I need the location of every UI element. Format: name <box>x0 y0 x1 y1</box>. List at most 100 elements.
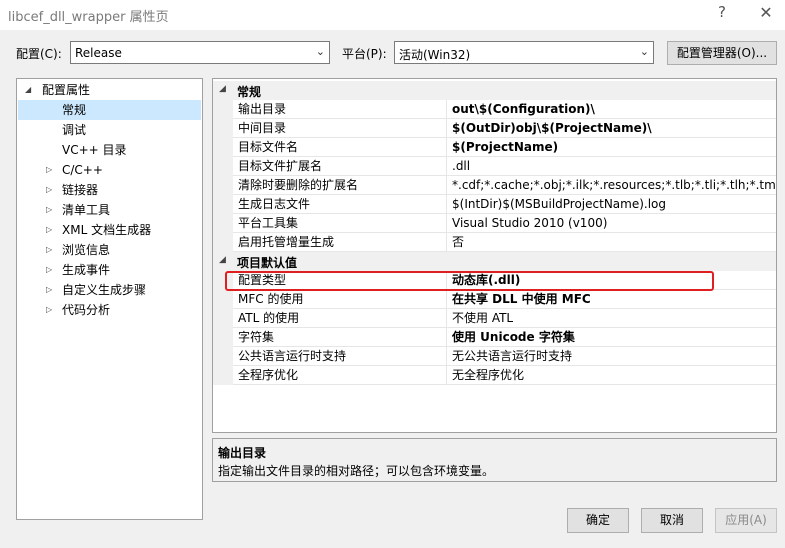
property-row[interactable]: 目标文件名 $(ProjectName) <box>213 138 776 157</box>
property-row[interactable]: ATL 的使用 不使用 ATL <box>213 309 776 328</box>
ok-button[interactable]: 确定 <box>567 508 629 533</box>
tree-item[interactable]: ▷ 生成事件 <box>18 260 201 280</box>
property-name: 公共语言运行时支持 <box>233 347 447 366</box>
grid-category[interactable]: ◢ 项目默认值 <box>213 252 776 271</box>
property-row[interactable]: 字符集 使用 Unicode 字符集 <box>213 328 776 347</box>
row-gutter <box>213 328 233 347</box>
property-name: 生成日志文件 <box>233 195 447 214</box>
description-title: 输出目录 <box>218 446 267 460</box>
property-grid: ◢ 常规 输出目录 out\$(Configuration)\ 中间目录 $(OutDir… <box>212 78 777 433</box>
tree-item-label: 常规 <box>62 103 87 117</box>
grid-category-label: 常规 <box>237 85 262 99</box>
tree-item[interactable]: VC++ 目录 <box>18 140 201 160</box>
tree-item-label: 调试 <box>62 123 87 137</box>
property-value[interactable]: $(OutDir)obj\$(ProjectName)\ <box>447 119 776 138</box>
row-gutter <box>213 100 233 119</box>
property-row[interactable]: 全程序优化 无全程序优化 <box>213 366 776 385</box>
cancel-button[interactable]: 取消 <box>641 508 703 533</box>
property-value[interactable]: $(IntDir)$(MSBuildProjectName).log <box>447 195 776 214</box>
property-name: 平台工具集 <box>233 214 447 233</box>
row-gutter <box>213 176 233 195</box>
description-text: 指定输出文件目录的相对路径；可以包含环境变量。 <box>218 464 495 478</box>
collapse-triangle-icon[interactable]: ◢ <box>219 84 226 94</box>
property-name: 目标文件扩展名 <box>233 157 447 176</box>
platform-value: 活动(Win32) <box>399 48 471 62</box>
property-row[interactable]: 公共语言运行时支持 无公共语言运行时支持 <box>213 347 776 366</box>
expand-triangle-icon[interactable]: ▷ <box>46 180 52 200</box>
expand-triangle-icon[interactable]: ▷ <box>46 200 52 220</box>
property-row[interactable]: 清除时要删除的扩展名 *.cdf;*.cache;*.obj;*.ilk;*.re… <box>213 176 776 195</box>
tree-item-label: 清单工具 <box>62 203 111 217</box>
collapse-triangle-icon[interactable]: ◢ <box>25 80 31 100</box>
tree-item[interactable]: ▷ 代码分析 <box>18 300 201 320</box>
platform-dropdown[interactable]: 活动(Win32) ⌄ <box>394 41 654 64</box>
property-name: 全程序优化 <box>233 366 447 385</box>
config-dropdown[interactable]: Release ⌄ <box>70 41 330 64</box>
property-value[interactable]: 无公共语言运行时支持 <box>447 347 776 366</box>
chevron-down-icon: ⌄ <box>639 45 649 58</box>
property-row[interactable]: 平台工具集 Visual Studio 2010 (v100) <box>213 214 776 233</box>
property-tree: ◢ 配置属性 常规 调试 VC++ 目录 ▷ C/C++ ▷ 链接器 ▷ 清单工具 ▷ XML 文档… <box>16 78 203 520</box>
property-value[interactable]: 在共享 DLL 中使用 MFC <box>447 290 776 309</box>
property-row[interactable]: 目标文件扩展名 .dll <box>213 157 776 176</box>
tree-item-label: C/C++ <box>62 163 103 177</box>
tree-item-label: 浏览信息 <box>62 243 111 257</box>
property-name: 字符集 <box>233 328 447 347</box>
property-row[interactable]: 输出目录 out\$(Configuration)\ <box>213 100 776 119</box>
tree-item[interactable]: ▷ 自定义生成步骤 <box>18 280 201 300</box>
property-value[interactable]: 不使用 ATL <box>447 309 776 328</box>
tree-item[interactable]: 调试 <box>18 120 201 140</box>
expand-triangle-icon[interactable]: ▷ <box>46 300 52 320</box>
close-button[interactable]: ✕ <box>756 3 776 25</box>
property-row[interactable]: MFC 的使用 在共享 DLL 中使用 MFC <box>213 290 776 309</box>
property-value[interactable]: 无全程序优化 <box>447 366 776 385</box>
tree-item[interactable]: ▷ XML 文档生成器 <box>18 220 201 240</box>
property-value[interactable]: *.cdf;*.cache;*.obj;*.ilk;*.resources;*.… <box>447 176 776 195</box>
expand-triangle-icon[interactable]: ▷ <box>46 220 52 240</box>
expand-triangle-icon[interactable]: ▷ <box>46 240 52 260</box>
tree-item-label: 生成事件 <box>62 263 111 277</box>
tree-item[interactable]: 常规 <box>18 100 201 120</box>
property-row[interactable]: 中间目录 $(OutDir)obj\$(ProjectName)\ <box>213 119 776 138</box>
row-gutter <box>213 309 233 328</box>
row-gutter <box>213 138 233 157</box>
property-name: 中间目录 <box>233 119 447 138</box>
property-row[interactable]: 生成日志文件 $(IntDir)$(MSBuildProjectName).log <box>213 195 776 214</box>
row-gutter <box>213 119 233 138</box>
tree-item-label: XML 文档生成器 <box>62 223 152 237</box>
config-manager-button[interactable]: 配置管理器(O)... <box>667 41 777 65</box>
row-gutter <box>213 290 233 309</box>
tree-root-config-properties[interactable]: ◢ 配置属性 <box>18 80 201 100</box>
property-value[interactable]: .dll <box>447 157 776 176</box>
help-button[interactable]: ? <box>712 3 732 25</box>
property-name: 输出目录 <box>233 100 447 119</box>
title-bar: libcef_dll_wrapper 属性页 ? ✕ <box>0 0 785 30</box>
expand-triangle-icon[interactable]: ▷ <box>46 160 52 180</box>
expand-triangle-icon[interactable]: ▷ <box>46 260 52 280</box>
tree-item[interactable]: ▷ 浏览信息 <box>18 240 201 260</box>
apply-button[interactable]: 应用(A) <box>715 508 777 533</box>
property-name: ATL 的使用 <box>233 309 447 328</box>
tree-item[interactable]: ▷ 链接器 <box>18 180 201 200</box>
tree-item-label: 代码分析 <box>62 303 111 317</box>
tree-root-label: 配置属性 <box>42 83 91 97</box>
highlight-annotation <box>225 271 714 291</box>
property-value[interactable]: Visual Studio 2010 (v100) <box>447 214 776 233</box>
chevron-down-icon: ⌄ <box>315 45 325 58</box>
property-value[interactable]: $(ProjectName) <box>447 138 776 157</box>
grid-category[interactable]: ◢ 常规 <box>213 81 776 100</box>
tree-item-label: 自定义生成步骤 <box>62 283 147 297</box>
platform-label: 平台(P): <box>342 47 387 61</box>
tree-item[interactable]: ▷ 清单工具 <box>18 200 201 220</box>
property-row[interactable]: 启用托管增量生成否 <box>213 233 776 252</box>
property-name: 清除时要删除的扩展名 <box>233 176 447 195</box>
property-value[interactable]: 否 <box>447 233 776 252</box>
property-value[interactable]: 使用 Unicode 字符集 <box>447 328 776 347</box>
row-gutter <box>213 214 233 233</box>
property-value[interactable]: out\$(Configuration)\ <box>447 100 776 119</box>
collapse-triangle-icon[interactable]: ◢ <box>219 255 226 265</box>
row-gutter <box>213 195 233 214</box>
tree-item[interactable]: ▷ C/C++ <box>18 160 201 180</box>
expand-triangle-icon[interactable]: ▷ <box>46 280 52 300</box>
row-gutter <box>213 157 233 176</box>
